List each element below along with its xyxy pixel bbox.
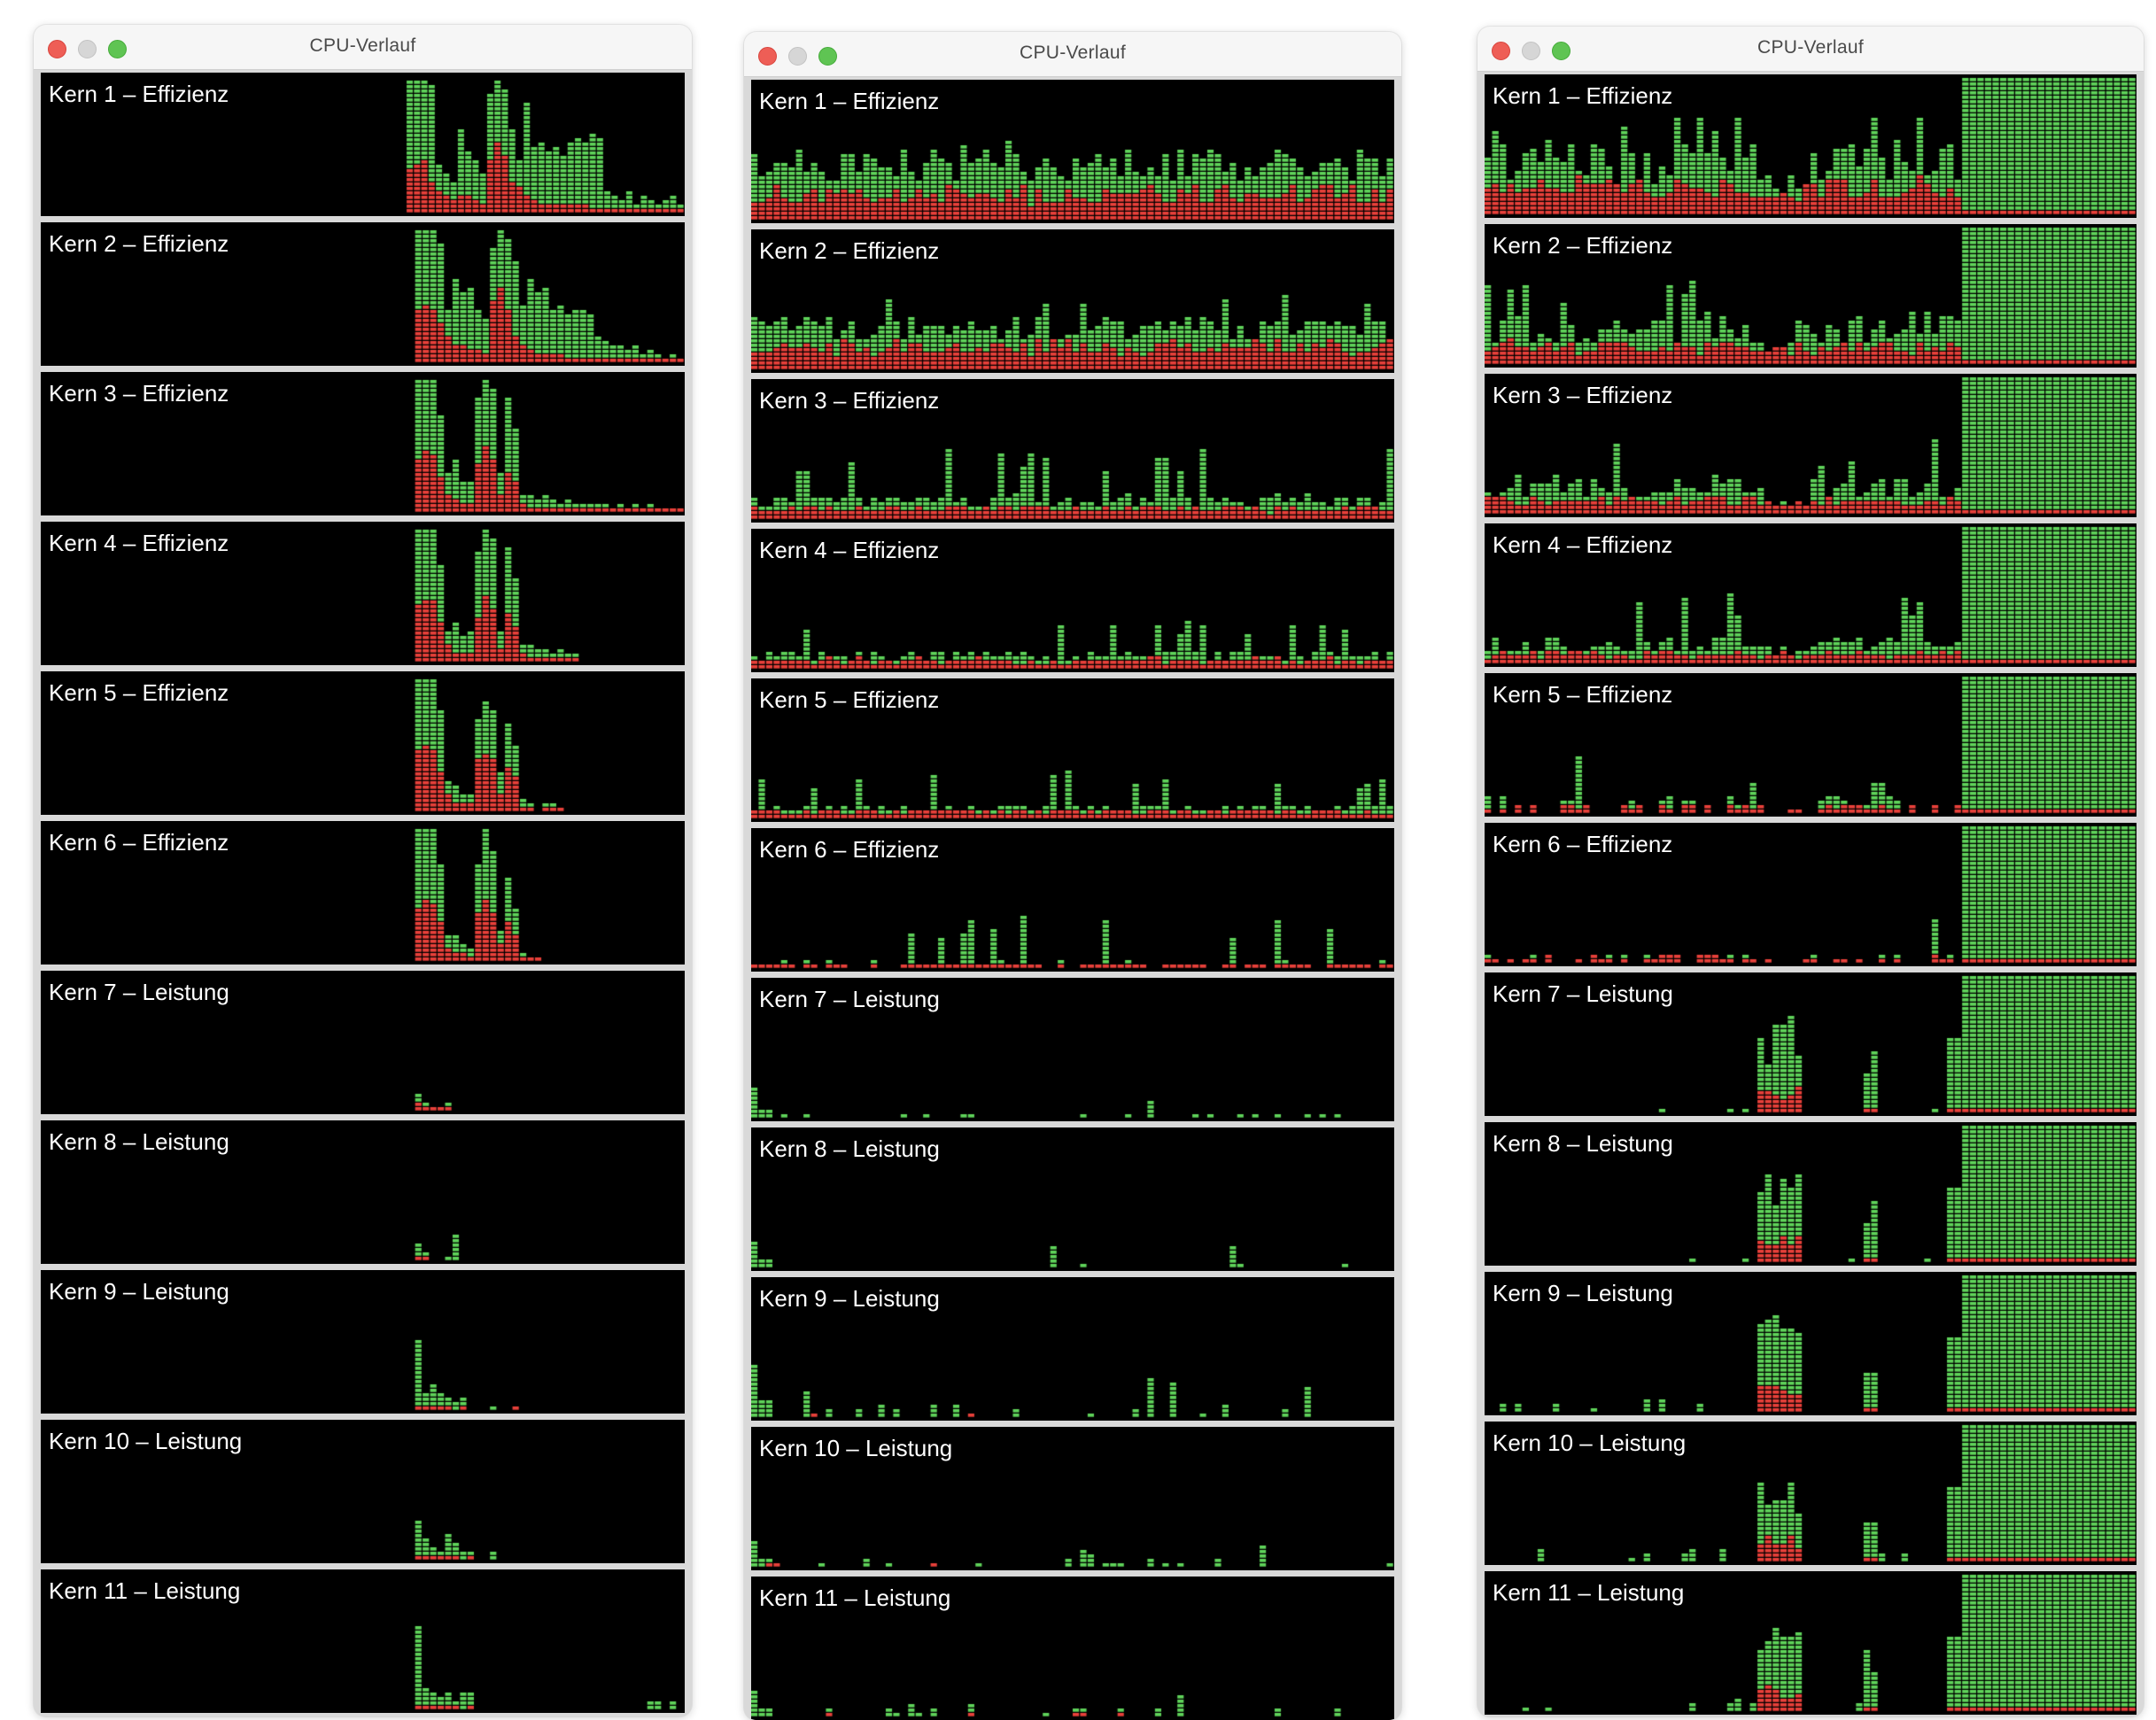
window-titlebar[interactable]: CPU-Verlauf (34, 25, 692, 70)
window-title: CPU-Verlauf (309, 35, 416, 56)
core-label: Kern 7 – Leistung (49, 979, 229, 1005)
core-panels: Kern 1 – Effizienz Kern 2 – Effizienz Kern… (751, 80, 1394, 1720)
core-label: Kern 3 – Effizienz (759, 387, 940, 414)
core-graph-4: Kern 4 – Effizienz (751, 529, 1394, 672)
core-label: Kern 9 – Leistung (1493, 1280, 1673, 1306)
core-label: Kern 11 – Leistung (1493, 1579, 1685, 1606)
core-panels: Kern 1 – Effizienz Kern 2 – Effizienz Kern… (1485, 74, 2137, 1715)
core-label: Kern 11 – Leistung (759, 1584, 951, 1611)
core-graph-1: Kern 1 – Effizienz (751, 80, 1394, 223)
core-label: Kern 4 – Effizienz (759, 537, 940, 563)
core-graph-5: Kern 5 – Effizienz (41, 671, 685, 815)
core-label: Kern 1 – Effizienz (1493, 82, 1673, 109)
window-titlebar[interactable]: CPU-Verlauf (744, 32, 1401, 77)
core-graph-3: Kern 3 – Effizienz (1485, 374, 2137, 517)
core-label: Kern 2 – Effizienz (759, 237, 940, 264)
core-graph-10: Kern 10 – Leistung (751, 1427, 1394, 1570)
core-graph-2: Kern 2 – Effizienz (751, 229, 1394, 373)
core-graph-7: Kern 7 – Leistung (1485, 972, 2137, 1116)
core-graph-9: Kern 9 – Leistung (41, 1270, 685, 1414)
core-label: Kern 5 – Effizienz (759, 686, 940, 713)
core-graph-7: Kern 7 – Leistung (41, 971, 685, 1114)
core-graph-5: Kern 5 – Effizienz (1485, 673, 2137, 817)
core-label: Kern 9 – Leistung (49, 1278, 229, 1305)
core-graph-6: Kern 6 – Effizienz (1485, 823, 2137, 966)
core-label: Kern 2 – Effizienz (1493, 232, 1673, 259)
core-graph-6: Kern 6 – Effizienz (41, 821, 685, 965)
core-graph-11: Kern 11 – Leistung (1485, 1571, 2137, 1715)
core-graph-11: Kern 11 – Leistung (41, 1569, 685, 1713)
window-titlebar[interactable]: CPU-Verlauf (1477, 27, 2144, 72)
core-label: Kern 6 – Effizienz (49, 829, 229, 856)
core-label: Kern 9 – Leistung (759, 1285, 940, 1312)
core-label: Kern 3 – Effizienz (49, 380, 229, 407)
core-label: Kern 5 – Effizienz (1493, 681, 1673, 708)
core-graph-6: Kern 6 – Effizienz (751, 828, 1394, 972)
core-label: Kern 5 – Effizienz (49, 679, 229, 706)
core-graph-8: Kern 8 – Leistung (1485, 1122, 2137, 1266)
cpu-history-window-1: CPU-Verlauf Kern 1 – Effizienz Kern 2 – E… (34, 25, 692, 1716)
core-label: Kern 3 – Effizienz (1493, 382, 1673, 408)
core-label: Kern 8 – Leistung (49, 1128, 229, 1155)
window-title: CPU-Verlauf (1757, 37, 1864, 58)
core-label: Kern 7 – Leistung (759, 986, 940, 1012)
core-panels: Kern 1 – Effizienz Kern 2 – Effizienz Kern… (41, 73, 685, 1713)
core-label: Kern 10 – Leistung (49, 1428, 243, 1454)
core-label: Kern 1 – Effizienz (759, 88, 940, 114)
core-label: Kern 4 – Effizienz (49, 530, 229, 556)
core-label: Kern 10 – Leistung (759, 1435, 953, 1461)
core-label: Kern 6 – Effizienz (1493, 831, 1673, 857)
core-label: Kern 7 – Leistung (1493, 980, 1673, 1007)
core-label: Kern 8 – Leistung (759, 1135, 940, 1162)
core-label: Kern 11 – Leistung (49, 1577, 241, 1604)
core-graph-1: Kern 1 – Effizienz (41, 73, 685, 216)
core-graph-3: Kern 3 – Effizienz (751, 379, 1394, 523)
core-graph-9: Kern 9 – Leistung (1485, 1272, 2137, 1415)
core-graph-8: Kern 8 – Leistung (41, 1120, 685, 1264)
window-title: CPU-Verlauf (1019, 43, 1126, 63)
core-label: Kern 1 – Effizienz (49, 81, 229, 107)
core-graph-8: Kern 8 – Leistung (751, 1127, 1394, 1271)
core-graph-7: Kern 7 – Leistung (751, 978, 1394, 1121)
core-graph-4: Kern 4 – Effizienz (41, 522, 685, 665)
core-graph-5: Kern 5 – Effizienz (751, 678, 1394, 822)
core-label: Kern 4 – Effizienz (1493, 531, 1673, 558)
core-graph-3: Kern 3 – Effizienz (41, 372, 685, 515)
core-label: Kern 8 – Leistung (1493, 1130, 1673, 1157)
core-graph-9: Kern 9 – Leistung (751, 1277, 1394, 1421)
core-label: Kern 2 – Effizienz (49, 230, 229, 257)
core-graph-10: Kern 10 – Leistung (41, 1420, 685, 1563)
core-graph-2: Kern 2 – Effizienz (1485, 224, 2137, 368)
cpu-history-window-3: CPU-Verlauf Kern 1 – Effizienz Kern 2 – E… (1477, 27, 2144, 1716)
core-graph-1: Kern 1 – Effizienz (1485, 74, 2137, 218)
core-graph-11: Kern 11 – Leistung (751, 1577, 1394, 1720)
cpu-history-window-2: CPU-Verlauf Kern 1 – Effizienz Kern 2 – E… (744, 32, 1401, 1720)
core-graph-10: Kern 10 – Leistung (1485, 1422, 2137, 1565)
core-label: Kern 6 – Effizienz (759, 836, 940, 863)
core-label: Kern 10 – Leistung (1493, 1429, 1687, 1456)
core-graph-2: Kern 2 – Effizienz (41, 222, 685, 366)
core-graph-4: Kern 4 – Effizienz (1485, 523, 2137, 667)
